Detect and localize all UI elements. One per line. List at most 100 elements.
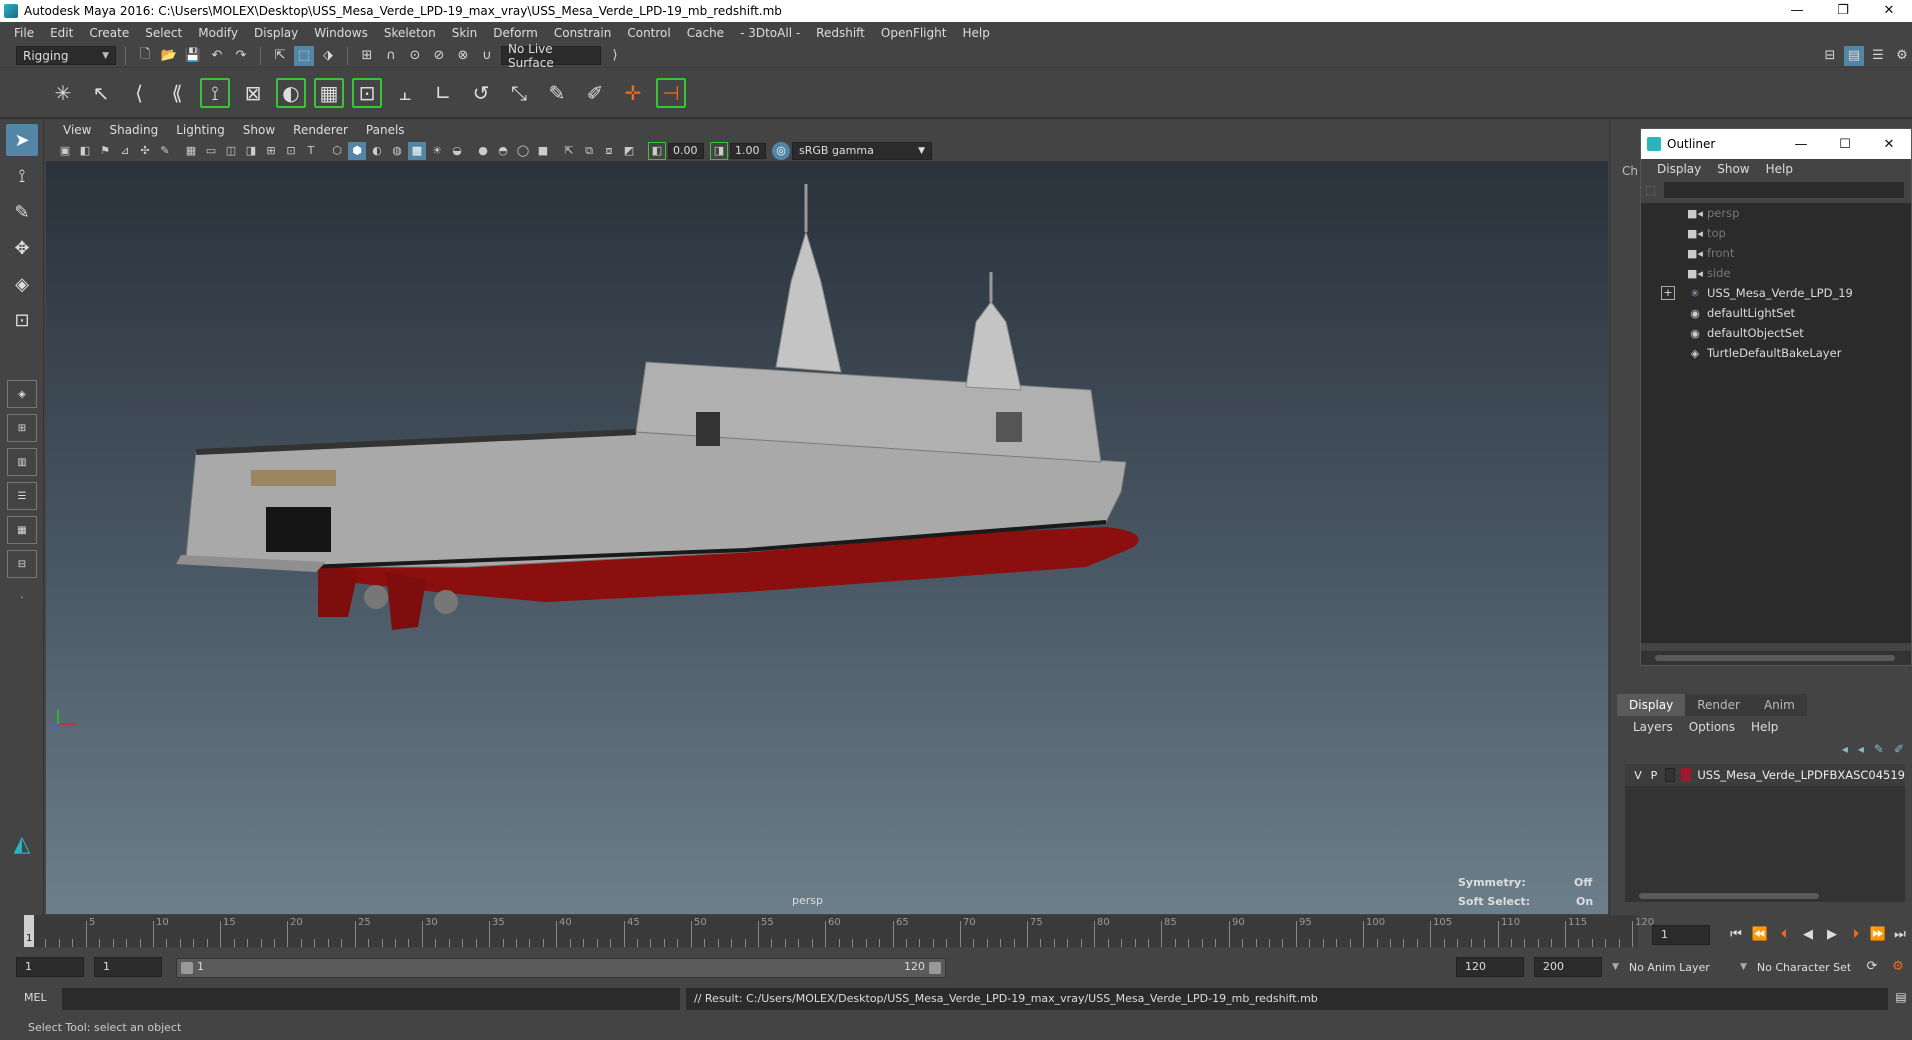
- gamma-icon[interactable]: ◨: [710, 141, 728, 160]
- script-language-toggle[interactable]: MEL: [24, 991, 47, 1004]
- menu-deform[interactable]: Deform: [485, 26, 546, 40]
- step-back-frame-icon[interactable]: ⏴: [1774, 925, 1794, 945]
- menu-control[interactable]: Control: [619, 26, 678, 40]
- cluster-deformer-icon[interactable]: ⊡: [352, 78, 382, 108]
- script-editor-icon[interactable]: ▤: [1892, 990, 1910, 1008]
- xray-joints-icon[interactable]: ◩: [620, 142, 638, 160]
- ik-spline-icon[interactable]: ⟨: [124, 78, 154, 108]
- layer-menu-layers[interactable]: Layers: [1625, 720, 1681, 734]
- tree-node-default-light-set[interactable]: ◉ defaultLightSet: [1641, 303, 1911, 323]
- grid-icon[interactable]: ▦: [182, 142, 200, 160]
- orient-constraint-icon[interactable]: ↺: [466, 78, 496, 108]
- tab-anim[interactable]: Anim: [1751, 694, 1807, 716]
- tree-node-side[interactable]: ■◂ side: [1641, 263, 1911, 283]
- xray-active-icon[interactable]: ⧈: [600, 142, 618, 160]
- select-by-hierarchy-icon[interactable]: ⇱: [270, 46, 290, 66]
- menu-redshift[interactable]: Redshift: [808, 26, 873, 40]
- color-management-icon[interactable]: ◎: [772, 141, 790, 160]
- resolution-gate-icon[interactable]: ◫: [222, 142, 240, 160]
- menuset-dropdown[interactable]: Rigging ▼: [16, 46, 116, 65]
- play-forward-icon[interactable]: ▶: [1822, 925, 1842, 945]
- menu-create[interactable]: Create: [81, 26, 137, 40]
- layer-visibility-toggle[interactable]: V: [1633, 769, 1643, 782]
- tree-node-front[interactable]: ■◂ front: [1641, 243, 1911, 263]
- mirror-joint-icon[interactable]: ⟪: [162, 78, 192, 108]
- live-surface-field[interactable]: No Live Surface: [501, 42, 601, 70]
- tool-settings-icon[interactable]: ⚙: [1892, 46, 1912, 66]
- panel-layout-icon[interactable]: ⊟: [1820, 46, 1840, 66]
- sculpt-deformer-icon[interactable]: ◐: [276, 78, 306, 108]
- layer-menu-help[interactable]: Help: [1743, 720, 1786, 734]
- wire-deformer-icon[interactable]: ▦: [314, 78, 344, 108]
- snap-magnet-icon[interactable]: ∪: [477, 46, 497, 66]
- move-tool-icon[interactable]: ✥: [6, 232, 38, 264]
- wireframe-on-shaded-icon[interactable]: ◍: [388, 142, 406, 160]
- select-by-component-icon[interactable]: ⬗: [318, 46, 338, 66]
- single-pane-layout-icon[interactable]: ◈: [7, 380, 37, 408]
- time-slider[interactable]: 5 10 15 20 25 30 35 40 45 50 55 60 65 70 75 80 85 90 95 100…: [0, 915, 1912, 951]
- panel-menu-view[interactable]: View: [54, 123, 100, 137]
- close-button[interactable]: ✕: [1866, 0, 1912, 22]
- menu-select[interactable]: Select: [137, 26, 190, 40]
- tab-render[interactable]: Render: [1685, 694, 1752, 716]
- exposure-field[interactable]: 0.00: [668, 142, 704, 159]
- animation-preferences-icon[interactable]: ⚙: [1888, 957, 1908, 977]
- panel-menu-renderer[interactable]: Renderer: [284, 123, 357, 137]
- select-by-object-icon[interactable]: ⬚: [294, 45, 314, 66]
- new-layer-icon[interactable]: ✎: [1874, 742, 1884, 756]
- pole-vector-icon[interactable]: ✐: [580, 78, 610, 108]
- camera-attributes-icon[interactable]: ◧: [76, 142, 94, 160]
- scene-end-field[interactable]: 200: [1534, 957, 1602, 977]
- paint-select-icon[interactable]: ✎: [6, 196, 38, 228]
- safe-action-icon[interactable]: ⊡: [282, 142, 300, 160]
- bind-skin-icon[interactable]: ⟟: [200, 78, 230, 108]
- scale-tool-icon[interactable]: ⊡: [6, 304, 38, 336]
- move-layer-down-icon[interactable]: ◂: [1858, 742, 1864, 756]
- history-icon[interactable]: ⟩: [605, 46, 625, 66]
- point-constraint-icon[interactable]: ⫠: [390, 78, 420, 108]
- menu-file[interactable]: File: [6, 26, 42, 40]
- snap-point-icon[interactable]: ⊙: [405, 46, 425, 66]
- layer-horizontal-scrollbar[interactable]: [1625, 890, 1905, 902]
- layer-color-swatch[interactable]: [1681, 768, 1692, 782]
- scrollbar-thumb[interactable]: [1655, 655, 1895, 661]
- use-default-material-icon[interactable]: ◐: [368, 142, 386, 160]
- make-live-icon[interactable]: ⊗: [453, 46, 473, 66]
- layer-display-type-toggle[interactable]: [1664, 768, 1676, 782]
- range-slider[interactable]: 1 120: [176, 958, 946, 978]
- two-d-pan-icon[interactable]: ✣: [136, 142, 154, 160]
- film-gate-icon[interactable]: ▭: [202, 142, 220, 160]
- tree-node-top[interactable]: ■◂ top: [1641, 223, 1911, 243]
- step-forward-key-icon[interactable]: ⏩: [1868, 925, 1888, 945]
- go-to-start-icon[interactable]: ⏮: [1726, 925, 1746, 945]
- menu-windows[interactable]: Windows: [306, 26, 376, 40]
- rotate-tool-icon[interactable]: ◈: [6, 268, 38, 300]
- outliner-persp-layout-icon[interactable]: ☰: [7, 482, 37, 510]
- grease-pencil-icon[interactable]: ✎: [156, 142, 174, 160]
- undo-icon[interactable]: ↶: [207, 46, 227, 66]
- current-frame-field[interactable]: 1: [1652, 925, 1710, 945]
- safe-title-icon[interactable]: T: [302, 142, 320, 160]
- custom-layout-icon[interactable]: ·: [7, 584, 37, 612]
- bookmark-icon[interactable]: ⚑: [96, 142, 114, 160]
- outliner-horizontal-scrollbar[interactable]: [1641, 651, 1911, 665]
- new-scene-icon[interactable]: 🗋: [135, 46, 155, 66]
- aim-constraint-icon[interactable]: ∟: [428, 78, 458, 108]
- scrollbar-thumb[interactable]: [1639, 893, 1819, 899]
- isolate-select-icon[interactable]: ⇱: [560, 142, 578, 160]
- parent-constraint-icon[interactable]: ✎: [542, 78, 572, 108]
- depth-of-field-icon[interactable]: ■: [534, 142, 552, 160]
- channel-box-tab[interactable]: Ch: [1622, 164, 1638, 178]
- move-layer-up-icon[interactable]: ◂: [1842, 742, 1848, 756]
- auto-key-icon[interactable]: ⟳: [1862, 957, 1882, 977]
- outliner-minimize-button[interactable]: —: [1779, 137, 1823, 152]
- menu-openflight[interactable]: OpenFlight: [873, 26, 955, 40]
- minimize-button[interactable]: —: [1774, 0, 1820, 22]
- range-end-handle[interactable]: [929, 962, 941, 974]
- expand-icon[interactable]: +: [1661, 286, 1675, 300]
- textured-icon[interactable]: ▩: [408, 141, 426, 160]
- tree-node-turtle-bake-layer[interactable]: ◈ TurtleDefaultBakeLayer: [1641, 343, 1911, 363]
- outliner-menu-show[interactable]: Show: [1709, 162, 1757, 176]
- redo-icon[interactable]: ↷: [231, 46, 251, 66]
- layer-playback-toggle[interactable]: P: [1649, 769, 1659, 782]
